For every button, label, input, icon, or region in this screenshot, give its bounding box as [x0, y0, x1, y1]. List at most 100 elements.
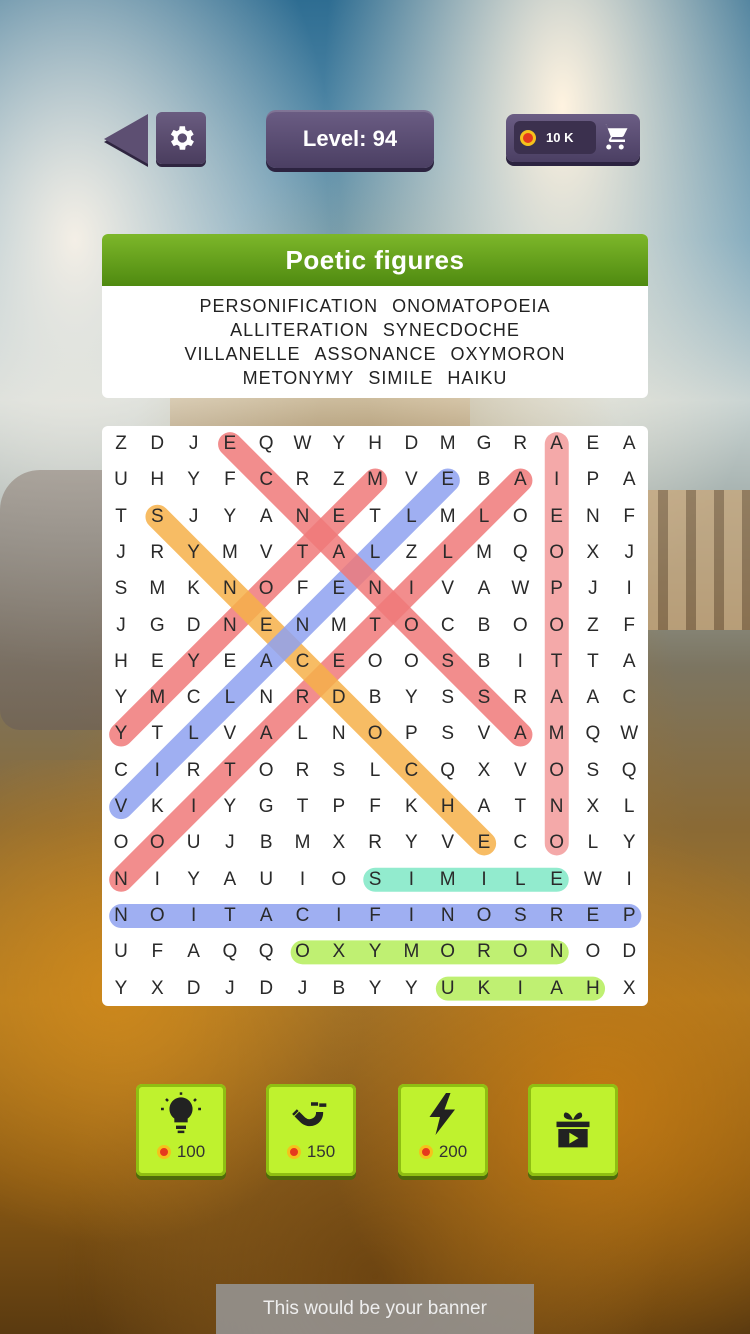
grid-letter[interactable]: Y	[393, 971, 429, 1007]
lightning-booster-button[interactable]: 200	[398, 1084, 488, 1176]
grid-letter[interactable]: T	[103, 499, 139, 535]
grid-letter[interactable]: E	[321, 571, 357, 607]
grid-letter[interactable]: X	[575, 789, 611, 825]
grid-letter[interactable]: N	[539, 934, 575, 970]
grid-letter[interactable]: X	[466, 753, 502, 789]
grid-letter[interactable]: U	[176, 825, 212, 861]
grid-letter[interactable]: C	[430, 608, 466, 644]
grid-letter[interactable]: S	[502, 898, 538, 934]
grid-letter[interactable]: Y	[357, 934, 393, 970]
grid-letter[interactable]: T	[502, 789, 538, 825]
grid-letter[interactable]: T	[539, 644, 575, 680]
grid-letter[interactable]: I	[502, 971, 538, 1007]
grid-letter[interactable]: O	[139, 898, 175, 934]
grid-letter[interactable]: B	[248, 825, 284, 861]
grid-letter[interactable]: U	[248, 862, 284, 898]
video-gift-booster-button[interactable]	[528, 1084, 618, 1176]
grid-letter[interactable]: L	[357, 753, 393, 789]
grid-letter[interactable]: O	[502, 608, 538, 644]
grid-letter[interactable]: A	[539, 971, 575, 1007]
grid-letter[interactable]: S	[357, 862, 393, 898]
grid-letter[interactable]: Q	[248, 426, 284, 462]
grid-letter[interactable]: S	[430, 644, 466, 680]
grid-letter[interactable]: M	[430, 426, 466, 462]
grid-letter[interactable]: X	[321, 934, 357, 970]
grid-letter[interactable]: O	[539, 825, 575, 861]
grid-letter[interactable]: J	[575, 571, 611, 607]
grid-letter[interactable]: L	[502, 862, 538, 898]
grid-letter[interactable]: B	[357, 680, 393, 716]
grid-letter[interactable]: D	[321, 680, 357, 716]
grid-letter[interactable]: P	[321, 789, 357, 825]
grid-letter[interactable]: R	[285, 462, 321, 498]
grid-letter[interactable]: T	[285, 535, 321, 571]
magnet-booster-button[interactable]: 150	[266, 1084, 356, 1176]
grid-letter[interactable]: C	[103, 753, 139, 789]
grid-letter[interactable]: H	[575, 971, 611, 1007]
grid-letter[interactable]: E	[248, 608, 284, 644]
grid-letter[interactable]: O	[321, 862, 357, 898]
grid-letter[interactable]: S	[139, 499, 175, 535]
grid-letter[interactable]: K	[466, 971, 502, 1007]
grid-letter[interactable]: O	[357, 644, 393, 680]
grid-letter[interactable]: I	[139, 862, 175, 898]
grid-letter[interactable]: D	[248, 971, 284, 1007]
grid-letter[interactable]: N	[575, 499, 611, 535]
grid-letter[interactable]: P	[611, 898, 647, 934]
grid-letter[interactable]: O	[575, 934, 611, 970]
grid-letter[interactable]: L	[176, 716, 212, 752]
grid-letter[interactable]: L	[357, 535, 393, 571]
grid-letter[interactable]: M	[212, 535, 248, 571]
grid-letter[interactable]: S	[321, 753, 357, 789]
grid-letter[interactable]: D	[176, 971, 212, 1007]
grid-letter[interactable]: I	[539, 462, 575, 498]
grid-letter[interactable]: E	[430, 462, 466, 498]
grid-letter[interactable]: A	[248, 644, 284, 680]
grid-letter[interactable]: B	[466, 608, 502, 644]
grid-letter[interactable]: I	[176, 789, 212, 825]
grid-letter[interactable]: U	[103, 462, 139, 498]
grid-letter[interactable]: C	[176, 680, 212, 716]
grid-letter[interactable]: O	[103, 825, 139, 861]
grid-letter[interactable]: L	[466, 499, 502, 535]
grid-letter[interactable]: Q	[575, 716, 611, 752]
grid-letter[interactable]: Y	[212, 499, 248, 535]
back-button[interactable]	[104, 114, 148, 164]
grid-letter[interactable]: I	[393, 898, 429, 934]
grid-letter[interactable]: W	[285, 426, 321, 462]
grid-letter[interactable]: D	[139, 426, 175, 462]
grid-letter[interactable]: F	[611, 608, 647, 644]
grid-letter[interactable]: Q	[248, 934, 284, 970]
grid-letter[interactable]: H	[103, 644, 139, 680]
grid-letter[interactable]: J	[285, 971, 321, 1007]
grid-letter[interactable]: E	[539, 862, 575, 898]
grid-letter[interactable]: Y	[176, 535, 212, 571]
grid-letter[interactable]: I	[139, 753, 175, 789]
grid-letter[interactable]: B	[321, 971, 357, 1007]
grid-letter[interactable]: R	[176, 753, 212, 789]
grid-letter[interactable]: A	[248, 716, 284, 752]
grid-letter[interactable]: Z	[393, 535, 429, 571]
grid-letter[interactable]: A	[248, 898, 284, 934]
grid-letter[interactable]: A	[466, 571, 502, 607]
grid-letter[interactable]: I	[611, 571, 647, 607]
grid-letter[interactable]: Y	[393, 825, 429, 861]
grid-letter[interactable]: B	[466, 462, 502, 498]
grid-letter[interactable]: T	[357, 608, 393, 644]
grid-letter[interactable]: O	[248, 753, 284, 789]
grid-letter[interactable]: O	[248, 571, 284, 607]
grid-letter[interactable]: F	[357, 789, 393, 825]
grid-letter[interactable]: Q	[430, 753, 466, 789]
grid-letter[interactable]: A	[539, 426, 575, 462]
grid-letter[interactable]: M	[321, 608, 357, 644]
grid-letter[interactable]: D	[176, 608, 212, 644]
grid-letter[interactable]: K	[393, 789, 429, 825]
grid-letter[interactable]: M	[139, 571, 175, 607]
grid-letter[interactable]: C	[393, 753, 429, 789]
grid-letter[interactable]: Y	[176, 644, 212, 680]
grid-letter[interactable]: X	[321, 825, 357, 861]
grid-letter[interactable]: O	[466, 898, 502, 934]
grid-letter[interactable]: L	[430, 535, 466, 571]
grid-letter[interactable]: J	[212, 971, 248, 1007]
grid-letter[interactable]: X	[139, 971, 175, 1007]
